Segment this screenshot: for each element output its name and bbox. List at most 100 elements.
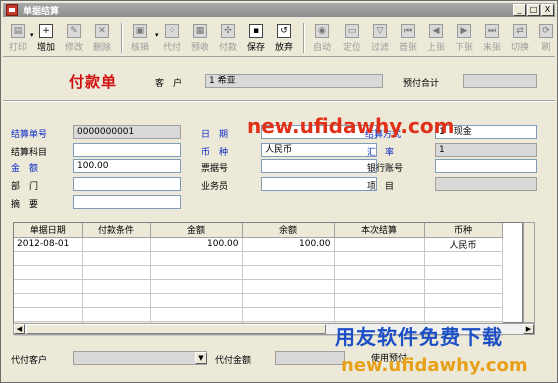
grid-cell[interactable] [150, 279, 243, 294]
bank-account-field[interactable] [435, 159, 537, 173]
grid-cell[interactable] [424, 307, 503, 322]
grid-cell[interactable] [424, 279, 503, 294]
toolbar-button-6[interactable]: ▦ 预收 [187, 21, 213, 55]
toolbar-button-label: 过滤 [370, 43, 389, 53]
grid-header-cell[interactable]: 币种 [424, 223, 503, 238]
scroll-left-arrow-icon[interactable]: ◀ [14, 324, 25, 334]
grid-cell[interactable] [334, 279, 425, 294]
add-doc-icon: + [39, 24, 53, 38]
grid-header-cell[interactable]: 单据日期 [14, 223, 83, 238]
refresh-icon: ⟳ [539, 24, 553, 38]
writeoff-dropdown-icon[interactable]: ▾ [155, 31, 159, 39]
toolbar-button-17[interactable]: ⇄ 切换 [507, 21, 533, 55]
table-row[interactable] [14, 265, 503, 280]
table-row[interactable]: 2012-08-01 100.00 100.00 人民币 [14, 237, 503, 252]
salesman-field[interactable] [261, 177, 377, 191]
maximize-button[interactable]: □ [527, 4, 540, 16]
customer-field[interactable]: 1 希亚 [205, 74, 383, 88]
table-row[interactable] [14, 293, 503, 308]
proxy-amount-label: 代付金额 [215, 356, 252, 366]
grid-cell[interactable] [82, 237, 151, 252]
grid-header-cell[interactable]: 金额 [150, 223, 243, 238]
toolbar-button-1[interactable]: + 增加 [33, 21, 59, 55]
subject-field[interactable] [73, 143, 181, 157]
table-row[interactable] [14, 279, 503, 294]
toolbar-button-10[interactable]: ◉ 自动 [309, 21, 335, 55]
bill-no-field[interactable] [261, 159, 377, 173]
toolbar-button-15[interactable]: ▶ 下张 [451, 21, 477, 55]
project-label: 项 目 [367, 182, 395, 192]
grid-cell[interactable] [82, 307, 151, 322]
grid-cell[interactable]: 2012-08-01 [14, 237, 83, 252]
grid-cell[interactable] [334, 251, 425, 266]
dept-label: 部 门 [11, 182, 39, 192]
grid-cell[interactable]: 100.00 [242, 237, 335, 252]
amount-label: 金 额 [11, 164, 39, 174]
toolbar-button-2[interactable]: ✎ 修改 [61, 21, 87, 55]
grid-cell[interactable] [150, 251, 243, 266]
grid-cell[interactable] [424, 265, 503, 280]
scroll-right-arrow-icon[interactable]: ▶ [523, 324, 534, 334]
grid-cell[interactable]: 人民币 [424, 237, 503, 252]
grid-header-cell[interactable]: 付款条件 [82, 223, 151, 238]
filter-icon: ▽ [373, 24, 387, 38]
scroll-thumb[interactable] [26, 324, 326, 334]
toolbar-button-9[interactable]: ↺ 放弃 [271, 21, 297, 55]
grid-cell[interactable] [424, 293, 503, 308]
grid-cell[interactable]: 100.00 [150, 237, 243, 252]
grid-cell[interactable] [150, 307, 243, 322]
grid-vertical-scrollbar[interactable] [523, 222, 535, 323]
currency-field[interactable]: 人民币 [261, 143, 377, 157]
toolbar-button-0[interactable]: ▤ 打印 [5, 21, 31, 55]
dept-field[interactable] [73, 177, 181, 191]
grid-cell[interactable] [150, 293, 243, 308]
grid-cell[interactable] [334, 293, 425, 308]
toolbar-button-11[interactable]: ▭ 定位 [339, 21, 365, 55]
grid-cell[interactable] [242, 265, 335, 280]
grid-cell[interactable] [242, 251, 335, 266]
last-icon: ⏭ [485, 24, 499, 38]
grid-cell[interactable] [14, 279, 83, 294]
grid-cell[interactable] [424, 251, 503, 266]
project-field [435, 177, 537, 191]
watermark-url-top: new.ufidawhy.com [247, 114, 455, 138]
toolbar-button-3[interactable]: ✕ 删除 [89, 21, 115, 55]
minimize-button[interactable]: _ [513, 4, 526, 16]
grid-cell[interactable] [150, 265, 243, 280]
print-dropdown-icon[interactable]: ▾ [30, 31, 34, 39]
amount-field[interactable]: 100.00 [73, 159, 181, 173]
toolbar-button-4[interactable]: ▣ 核销 [127, 21, 153, 55]
grid-cell[interactable] [334, 237, 425, 252]
grid-cell[interactable] [242, 293, 335, 308]
grid-cell[interactable] [82, 293, 151, 308]
table-row[interactable] [14, 251, 503, 266]
toolbar-button-12[interactable]: ▽ 过滤 [367, 21, 393, 55]
grid-cell[interactable] [14, 293, 83, 308]
toolbar-button-13[interactable]: ⏮ 首张 [395, 21, 421, 55]
grid-cell[interactable] [14, 265, 83, 280]
grid-cell[interactable] [14, 307, 83, 322]
grid-cell[interactable] [82, 265, 151, 280]
toolbar-button-7[interactable]: ✣ 付款 [215, 21, 241, 55]
grid-cell[interactable] [242, 279, 335, 294]
grid-cell[interactable] [334, 265, 425, 280]
rate-field: 1 [435, 143, 537, 157]
grid-cell[interactable] [242, 307, 335, 322]
grid-cell[interactable] [14, 251, 83, 266]
grid-cell[interactable] [334, 307, 425, 322]
proxy-customer-dropdown-icon[interactable]: ▼ [195, 352, 207, 364]
summary-field[interactable] [73, 195, 181, 209]
doc-no-label: 结算单号 [11, 130, 48, 140]
grid-header-cell[interactable]: 本次结算 [334, 223, 425, 238]
grid-header-cell[interactable]: 余额 [242, 223, 335, 238]
toolbar-button-5[interactable]: ⁘ 代付 [159, 21, 185, 55]
grid-cell[interactable] [82, 251, 151, 266]
toolbar-button-18[interactable]: ⟳ 刷 [533, 21, 558, 55]
toolbar-button-16[interactable]: ⏭ 末张 [479, 21, 505, 55]
table-row[interactable] [14, 307, 503, 322]
proxy-customer-field[interactable] [73, 351, 207, 365]
grid-cell[interactable] [82, 279, 151, 294]
toolbar-button-14[interactable]: ◀ 上张 [423, 21, 449, 55]
toolbar-button-8[interactable]: ▪ 保存 [243, 21, 269, 55]
close-button[interactable]: X [541, 4, 554, 16]
